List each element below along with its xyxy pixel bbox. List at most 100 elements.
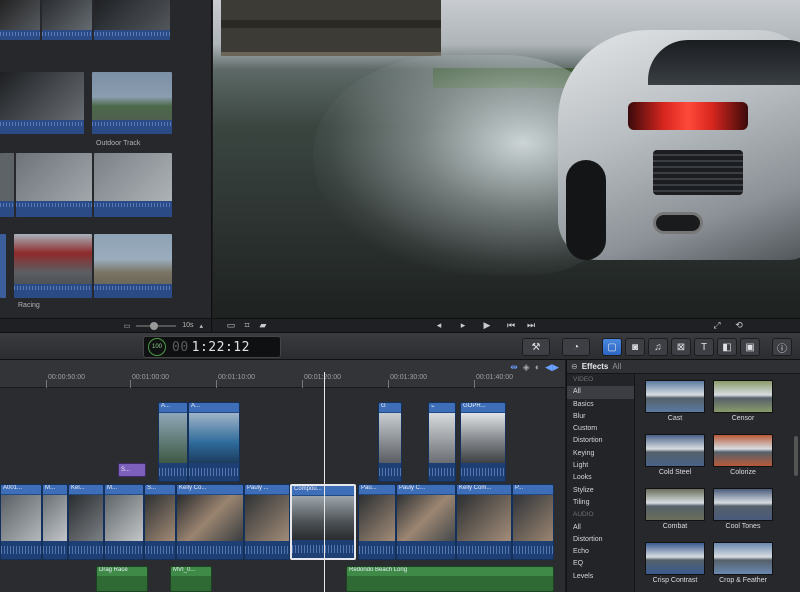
effects-scrollbar[interactable] xyxy=(794,436,798,476)
previous-edit-icon[interactable]: ⏮ xyxy=(503,320,519,331)
audio-clip[interactable]: Redondo Beach Long xyxy=(346,566,554,592)
category-item[interactable]: Basics xyxy=(567,399,634,411)
browser-clip-row[interactable] xyxy=(0,234,172,298)
primary-clip[interactable]: Kelly Com... xyxy=(456,484,512,560)
category-item[interactable]: Custom xyxy=(567,423,634,435)
filmstrip-settings-icon[interactable]: ▴ xyxy=(199,322,203,330)
clip-thumbnail[interactable] xyxy=(0,72,84,134)
clip-thumbnail[interactable] xyxy=(14,234,92,298)
skip-back-icon[interactable]: ◂ xyxy=(431,320,447,331)
primary-clip[interactable]: S... xyxy=(144,484,176,560)
skimming-icon[interactable]: ⇹ xyxy=(510,362,518,373)
snapping-icon[interactable]: ◀▶ xyxy=(545,362,559,373)
primary-clip[interactable]: Pauly ... xyxy=(244,484,290,560)
category-item[interactable]: Distortion xyxy=(567,435,634,447)
transitions-browser-icon[interactable]: ⊠ xyxy=(671,338,691,356)
background-tasks-icon[interactable]: 100 xyxy=(148,338,166,356)
primary-clip[interactable]: A001... xyxy=(0,484,42,560)
category-item[interactable]: Tiling xyxy=(567,497,634,509)
clip-zoom-slider[interactable] xyxy=(136,321,177,330)
zoom-slider-knob[interactable] xyxy=(150,321,159,330)
connected-clip[interactable]: ⌁ xyxy=(428,402,456,482)
crop-icon[interactable]: ▰ xyxy=(255,320,271,331)
connected-clip[interactable]: A... xyxy=(158,402,188,482)
clip-title: S... xyxy=(145,485,175,494)
clip-thumbnail[interactable] xyxy=(0,234,6,298)
category-item[interactable]: Stylize xyxy=(567,485,634,497)
primary-clip[interactable]: M... xyxy=(104,484,144,560)
effects-browser-icon[interactable]: ▢ xyxy=(602,338,622,356)
fullscreen-icon[interactable]: ⤢ xyxy=(709,320,725,331)
browser-clip-row[interactable] xyxy=(0,153,172,217)
photo-browser-icon[interactable]: ◙ xyxy=(625,338,645,356)
clip-thumbnail[interactable] xyxy=(94,153,172,217)
transform-icon[interactable]: ⌗ xyxy=(239,320,255,331)
primary-clip[interactable]: Kel... xyxy=(68,484,104,560)
connected-clip[interactable]: GOPR... xyxy=(460,402,506,482)
effect-tile[interactable]: Colorize xyxy=(713,434,773,476)
ruler-label: 00:01:40:00 xyxy=(476,374,513,381)
primary-clip[interactable]: Pau... xyxy=(358,484,396,560)
clip-thumbnail[interactable] xyxy=(94,0,170,40)
category-item[interactable]: Light xyxy=(567,460,634,472)
category-item[interactable]: Levels xyxy=(567,571,634,583)
step-back-icon[interactable]: ▸ xyxy=(455,320,471,331)
next-edit-icon[interactable]: ⏭ xyxy=(523,320,539,331)
effect-tile[interactable]: Cast xyxy=(645,380,705,422)
browser-clip-row[interactable] xyxy=(0,0,170,58)
effect-tile[interactable]: Censor xyxy=(713,380,773,422)
connected-clip[interactable]: G xyxy=(378,402,402,482)
clip-appearance-icon[interactable]: ▭ xyxy=(124,322,131,330)
connected-clip[interactable]: A... xyxy=(188,402,240,482)
category-item[interactable]: EQ xyxy=(567,558,634,570)
viewer-controls: ▭ ⌗ ▰ ◂ ▸ ▶ ⏮ ⏭ ⤢ ⟲ xyxy=(213,318,800,332)
main-toolbar: 100 00 1:22:12 ⚒ ◔ ▢ ◙ ♫ ⊠ T ◧ ▣ ⓘ xyxy=(0,332,800,360)
audio-clip[interactable]: Drag Race xyxy=(96,566,148,592)
category-item[interactable]: All xyxy=(567,386,634,399)
music-browser-icon[interactable]: ♫ xyxy=(648,338,668,356)
primary-clip[interactable]: Kelly Co... xyxy=(176,484,244,560)
themes-browser-icon[interactable]: ▣ xyxy=(740,338,760,356)
inspector-icon[interactable]: ⓘ xyxy=(772,338,792,356)
duration-label: 10s xyxy=(182,322,194,329)
tools-menu-icon[interactable]: ⚒ xyxy=(522,338,550,356)
clip-thumbnail[interactable] xyxy=(42,0,92,40)
audio-skimming-icon[interactable]: ◈ xyxy=(523,362,530,373)
loop-icon[interactable]: ⟲ xyxy=(731,320,747,331)
playhead[interactable] xyxy=(324,372,325,592)
category-item[interactable]: Distortion xyxy=(567,534,634,546)
effect-tile[interactable]: Cool Tones xyxy=(713,488,773,530)
category-item[interactable]: All xyxy=(567,522,634,534)
primary-clip[interactable]: M... xyxy=(42,484,68,560)
timeline[interactable]: 00:00:50:00 00:01:00:00 00:01:10:00 00:0… xyxy=(0,360,565,592)
clip-thumbnail[interactable] xyxy=(92,72,172,134)
effect-tile[interactable]: Crop & Feather xyxy=(713,542,773,584)
primary-clip[interactable]: Pauly C... xyxy=(396,484,456,560)
generators-browser-icon[interactable]: ◧ xyxy=(717,338,737,356)
primary-clip[interactable]: P... xyxy=(512,484,554,560)
dashboard-timecode[interactable]: 100 00 1:22:12 xyxy=(143,336,281,358)
solo-icon[interactable]: ◐ xyxy=(535,362,540,373)
effect-tile[interactable]: Crisp Contrast xyxy=(645,542,705,584)
primary-clip-selected[interactable]: Compou... xyxy=(290,484,356,560)
play-button[interactable]: ▶ xyxy=(479,320,495,331)
title-clip[interactable]: S... xyxy=(118,463,146,477)
category-item[interactable]: Blur xyxy=(567,411,634,423)
clip-thumbnail[interactable] xyxy=(0,153,14,217)
effect-tile[interactable]: Combat xyxy=(645,488,705,530)
retime-menu-icon[interactable]: ◔ xyxy=(562,338,590,356)
clip-thumbnail[interactable] xyxy=(16,153,92,217)
view-options-icon[interactable]: ▭ xyxy=(223,320,239,331)
clip-thumbnail[interactable] xyxy=(0,0,40,40)
audio-clip[interactable]: MVI_0... xyxy=(170,566,212,592)
effects-filter[interactable]: All xyxy=(612,362,621,371)
effect-label: Crop & Feather xyxy=(719,577,767,584)
titles-browser-icon[interactable]: T xyxy=(694,338,714,356)
category-item[interactable]: Echo xyxy=(567,546,634,558)
clip-thumbnail[interactable] xyxy=(94,234,172,298)
category-item[interactable]: Looks xyxy=(567,472,634,484)
browser-clip-row[interactable] xyxy=(0,72,172,134)
timeline-ruler[interactable]: 00:00:50:00 00:01:00:00 00:01:10:00 00:0… xyxy=(0,360,565,388)
category-item[interactable]: Keying xyxy=(567,448,634,460)
effect-tile[interactable]: Cold Steel xyxy=(645,434,705,476)
